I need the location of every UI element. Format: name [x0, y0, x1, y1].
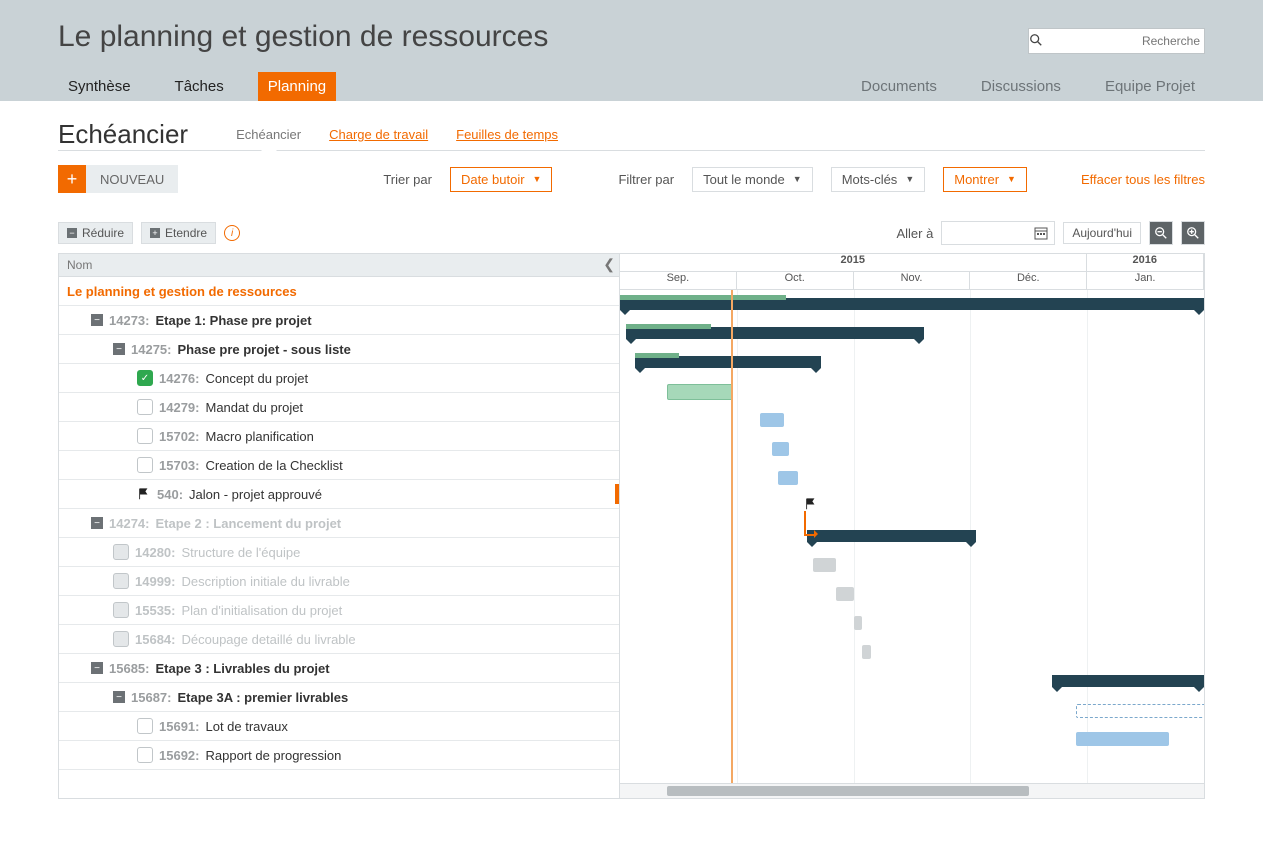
goto-date-input[interactable] — [941, 221, 1055, 245]
checkbox[interactable]: ✓ — [137, 370, 153, 386]
task-row[interactable]: 14280: Structure de l'équipe — [59, 538, 619, 567]
gantt-task-bar[interactable] — [760, 413, 783, 427]
gantt-task-bar[interactable] — [772, 442, 790, 456]
year-header: 2016 — [1087, 254, 1204, 271]
task-row[interactable]: ✓14276: Concept du projet — [59, 364, 619, 393]
month-header: Sep. — [620, 272, 737, 289]
show-select[interactable]: Montrer▼ — [943, 167, 1027, 192]
toggle-icon[interactable]: − — [91, 662, 103, 674]
checkbox[interactable] — [113, 544, 129, 560]
gantt-task-bar[interactable] — [1076, 732, 1169, 746]
tab-tâches[interactable]: Tâches — [165, 72, 234, 101]
task-row[interactable]: 15684: Découpage detaillé du livrable — [59, 625, 619, 654]
plus-icon: + — [150, 228, 160, 238]
task-row[interactable]: −15685: Etape 3 : Livrables du projet — [59, 654, 619, 683]
today-line — [731, 290, 733, 783]
toggle-icon[interactable]: − — [113, 691, 125, 703]
tab-synthèse[interactable]: Synthèse — [58, 72, 141, 101]
chevron-down-icon: ▼ — [793, 174, 802, 184]
task-row[interactable]: 15703: Creation de la Checklist — [59, 451, 619, 480]
subtab-echeancier[interactable]: Echéancier — [236, 119, 301, 150]
subtab-charge[interactable]: Charge de travail — [329, 119, 428, 150]
gantt-group-bar[interactable] — [1076, 704, 1204, 718]
info-icon[interactable]: i — [224, 225, 240, 241]
page-title: Echéancier — [58, 119, 188, 150]
task-row[interactable]: 14999: Description initiale du livrable — [59, 567, 619, 596]
chevron-down-icon: ▼ — [533, 174, 542, 184]
gantt-task-bar[interactable] — [854, 616, 863, 630]
checkbox[interactable] — [137, 747, 153, 763]
task-row[interactable]: Le planning et gestion de ressources — [59, 277, 619, 306]
task-row[interactable]: 15692: Rapport de progression — [59, 741, 619, 770]
month-header: Nov. — [854, 272, 971, 289]
sort-label: Trier par — [383, 172, 432, 187]
minus-icon: − — [67, 228, 77, 238]
month-header: Déc. — [970, 272, 1087, 289]
chevron-down-icon: ▼ — [905, 174, 914, 184]
zoom-in-button[interactable] — [1181, 221, 1205, 245]
plus-icon: + — [58, 165, 86, 193]
collapse-all-button[interactable]: −Réduire — [58, 222, 133, 244]
horizontal-scrollbar[interactable] — [620, 783, 1204, 798]
checkbox[interactable] — [137, 428, 153, 444]
gantt-task-bar[interactable] — [778, 471, 798, 485]
task-row[interactable]: −14275: Phase pre projet - sous liste — [59, 335, 619, 364]
year-header: 2015 — [620, 254, 1087, 271]
new-button[interactable]: + NOUVEAU — [58, 165, 178, 193]
gantt-task-bar[interactable] — [813, 558, 836, 572]
checkbox[interactable] — [113, 602, 129, 618]
new-button-label: NOUVEAU — [86, 165, 178, 193]
toggle-icon[interactable]: − — [113, 343, 125, 355]
gantt-group-bar[interactable] — [626, 327, 924, 339]
task-row[interactable]: 15691: Lot de travaux — [59, 712, 619, 741]
name-column-header: Nom — [67, 258, 92, 272]
tab-equipe-projet[interactable]: Equipe Projet — [1095, 72, 1205, 101]
collapse-panel-icon[interactable]: ❮ — [603, 256, 615, 273]
month-header: Oct. — [737, 272, 854, 289]
flag-icon — [137, 487, 151, 501]
task-row[interactable]: 540: Jalon - projet approuvé — [59, 480, 619, 509]
tab-planning[interactable]: Planning — [258, 72, 336, 101]
task-row[interactable]: 15702: Macro planification — [59, 422, 619, 451]
task-row[interactable]: 14279: Mandat du projet — [59, 393, 619, 422]
clear-filters-link[interactable]: Effacer tous les filtres — [1081, 172, 1205, 187]
gantt-group-bar[interactable] — [1052, 675, 1204, 687]
tab-documents[interactable]: Documents — [851, 72, 947, 101]
gantt-group-bar[interactable] — [807, 530, 976, 542]
expand-all-button[interactable]: +Etendre — [141, 222, 216, 244]
sort-select[interactable]: Date butoir▼ — [450, 167, 553, 192]
gantt-task-bar[interactable] — [836, 587, 854, 601]
subtab-feuilles[interactable]: Feuilles de temps — [456, 119, 558, 150]
calendar-icon — [1034, 226, 1048, 240]
dependency-arrow — [804, 511, 816, 536]
goto-label: Aller à — [896, 226, 933, 241]
month-header: Jan. — [1087, 272, 1204, 289]
checkbox[interactable] — [137, 457, 153, 473]
task-row[interactable]: −14273: Etape 1: Phase pre projet — [59, 306, 619, 335]
task-row[interactable]: 15535: Plan d'initialisation du projet — [59, 596, 619, 625]
checkbox[interactable] — [137, 718, 153, 734]
gantt-group-bar[interactable] — [635, 356, 822, 368]
toggle-icon[interactable]: − — [91, 314, 103, 326]
checkbox[interactable] — [113, 631, 129, 647]
zoom-out-button[interactable] — [1149, 221, 1173, 245]
tab-discussions[interactable]: Discussions — [971, 72, 1071, 101]
search-icon — [1029, 33, 1043, 50]
filter-label: Filtrer par — [618, 172, 674, 187]
search-box[interactable] — [1028, 28, 1205, 54]
search-input[interactable] — [1043, 33, 1208, 49]
task-row[interactable]: −15687: Etape 3A : premier livrables — [59, 683, 619, 712]
today-button[interactable]: Aujourd'hui — [1063, 222, 1141, 244]
gantt-group-bar[interactable] — [620, 298, 1204, 310]
filter-select[interactable]: Tout le monde▼ — [692, 167, 813, 192]
keywords-select[interactable]: Mots-clés▼ — [831, 167, 926, 192]
chevron-down-icon: ▼ — [1007, 174, 1016, 184]
checkbox[interactable] — [113, 573, 129, 589]
gantt-task-bar[interactable] — [862, 645, 871, 659]
gantt-task-bar[interactable] — [667, 384, 733, 400]
task-row[interactable]: −14274: Etape 2 : Lancement du projet — [59, 509, 619, 538]
checkbox[interactable] — [137, 399, 153, 415]
toggle-icon[interactable]: − — [91, 517, 103, 529]
